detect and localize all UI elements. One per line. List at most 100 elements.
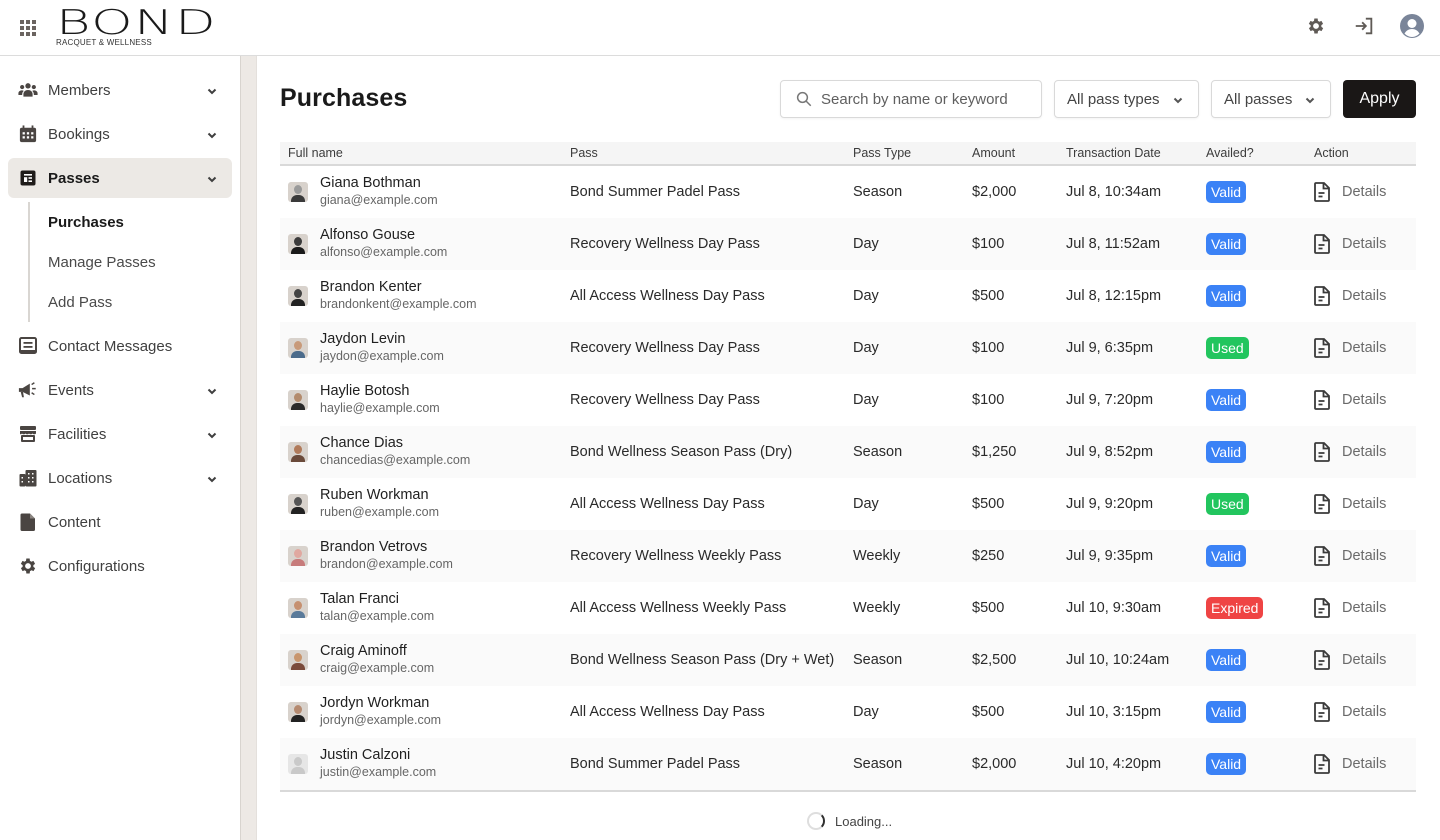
- details-link[interactable]: Details: [1314, 442, 1386, 462]
- cell-full-name: Brandon Kenter brandonkent@example.com: [280, 279, 562, 313]
- sidebar-resize-gutter[interactable]: [240, 56, 257, 840]
- sidebar-item-label: Passes: [48, 169, 100, 187]
- table-row[interactable]: Giana Bothman giana@example.com Bond Summe…: [280, 166, 1416, 218]
- details-link[interactable]: Details: [1314, 234, 1386, 254]
- logo-tagline: Racquet & Wellness: [56, 38, 152, 47]
- sidebar-item-configurations[interactable]: Configurations: [8, 546, 232, 586]
- sidebar-item-label: Locations: [48, 469, 113, 487]
- cell-amount: $100: [972, 340, 1005, 356]
- cell-action: Details: [1306, 494, 1416, 514]
- cell-availed: Valid: [1198, 389, 1306, 411]
- details-link[interactable]: Details: [1314, 182, 1386, 202]
- table-row[interactable]: Haylie Botosh haylie@example.com Recovery …: [280, 374, 1416, 426]
- table-row[interactable]: Talan Franci talan@example.com All Access …: [280, 582, 1416, 634]
- cell-availed: Valid: [1198, 441, 1306, 463]
- details-link[interactable]: Details: [1314, 338, 1386, 358]
- sidebar-item-contact-messages[interactable]: Contact Messages: [8, 326, 232, 366]
- cell-pass-type: Season: [853, 756, 903, 772]
- table-header: Full name Pass Pass Type Amount Transact…: [280, 142, 1416, 166]
- details-link[interactable]: Details: [1314, 650, 1386, 670]
- sidebar-item-events[interactable]: Events: [8, 370, 232, 410]
- cell-transaction-date: Jul 8, 10:34am: [1066, 184, 1162, 200]
- search-field[interactable]: [780, 80, 1042, 118]
- document-icon: [1314, 390, 1330, 410]
- status-badge: Valid: [1206, 545, 1247, 567]
- details-link[interactable]: Details: [1314, 754, 1386, 774]
- cell-transaction-date: Jul 9, 9:35pm: [1066, 548, 1154, 564]
- chevron-down-icon[interactable]: [206, 84, 218, 96]
- table-row[interactable]: Alfonso Gouse alfonso@example.com Recovery…: [280, 218, 1416, 270]
- table-row[interactable]: Jordyn Workman jordyn@example.com All Acce…: [280, 686, 1416, 738]
- member-name: Brandon Vetrovs: [320, 539, 428, 555]
- details-link[interactable]: Details: [1314, 286, 1386, 306]
- column-header-full-name[interactable]: Full name: [280, 146, 562, 160]
- cell-availed: Valid: [1198, 545, 1306, 567]
- sidebar-item-passes[interactable]: Passes: [8, 158, 232, 198]
- pass-types-dropdown[interactable]: All pass types: [1054, 80, 1199, 118]
- sidebar-item-members[interactable]: Members: [8, 70, 232, 110]
- pass-icon: [18, 168, 38, 188]
- cell-pass-type: Day: [853, 288, 879, 304]
- table-row[interactable]: Brandon Kenter brandonkent@example.com All…: [280, 270, 1416, 322]
- user-avatar-icon[interactable]: [1400, 14, 1424, 38]
- sidebar-item-label: Bookings: [48, 125, 110, 143]
- chevron-down-icon[interactable]: [206, 128, 218, 140]
- apply-button[interactable]: Apply: [1343, 80, 1416, 118]
- cell-action: Details: [1306, 754, 1416, 774]
- status-badge: Valid: [1206, 441, 1247, 463]
- passes-dropdown[interactable]: All passes: [1211, 80, 1331, 118]
- member-name: Brandon Kenter: [320, 279, 422, 295]
- document-icon: [1314, 754, 1330, 774]
- table-row[interactable]: Craig Aminoff craig@example.com Bond Welln…: [280, 634, 1416, 686]
- cell-full-name: Jordyn Workman jordyn@example.com: [280, 695, 562, 729]
- cell-transaction-date: Jul 9, 6:35pm: [1066, 340, 1154, 356]
- chevron-down-icon[interactable]: [206, 472, 218, 484]
- cell-pass: Recovery Wellness Day Pass: [570, 236, 760, 252]
- sign-in-icon[interactable]: [1352, 14, 1376, 38]
- avatar: [288, 546, 308, 566]
- details-link[interactable]: Details: [1314, 598, 1386, 618]
- cell-pass: Recovery Wellness Day Pass: [570, 392, 760, 408]
- sidebar-item-label: Configurations: [48, 557, 145, 575]
- subnav-item-manage-passes[interactable]: Manage Passes: [30, 242, 240, 282]
- details-label: Details: [1342, 704, 1387, 720]
- subnav-item-add-pass[interactable]: Add Pass: [30, 282, 240, 322]
- chevron-down-icon[interactable]: [206, 428, 218, 440]
- avatar: [288, 390, 308, 410]
- sidebar-item-content[interactable]: Content: [8, 502, 232, 542]
- member-email: ruben@example.com: [320, 505, 439, 519]
- column-header-pass[interactable]: Pass: [562, 146, 845, 160]
- sidebar-item-locations[interactable]: Locations: [8, 458, 232, 498]
- column-header-availed[interactable]: Availed?: [1198, 146, 1306, 160]
- column-header-transaction-date[interactable]: Transaction Date: [1058, 146, 1198, 160]
- member-email: brandonkent@example.com: [320, 297, 477, 311]
- details-link[interactable]: Details: [1314, 390, 1386, 410]
- cell-action: Details: [1306, 442, 1416, 462]
- building-icon: [18, 468, 38, 488]
- table-row[interactable]: Brandon Vetrovs brandon@example.com Recove…: [280, 530, 1416, 582]
- table-row[interactable]: Ruben Workman ruben@example.com All Access…: [280, 478, 1416, 530]
- chevron-down-icon[interactable]: [206, 384, 218, 396]
- chevron-down-icon[interactable]: [206, 172, 218, 184]
- purchases-table: Full name Pass Pass Type Amount Transact…: [280, 142, 1416, 792]
- table-row[interactable]: Jaydon Levin jaydon@example.com Recovery W…: [280, 322, 1416, 374]
- column-header-amount[interactable]: Amount: [964, 146, 1058, 160]
- gear-icon[interactable]: [1304, 14, 1328, 38]
- details-link[interactable]: Details: [1314, 546, 1386, 566]
- cell-full-name: Giana Bothman giana@example.com: [280, 175, 562, 209]
- table-row[interactable]: Justin Calzoni justin@example.com Bond Sum…: [280, 738, 1416, 790]
- logo[interactable]: BOND Racquet & Wellness: [56, 6, 226, 48]
- details-link[interactable]: Details: [1314, 702, 1386, 722]
- cell-action: Details: [1306, 286, 1416, 306]
- sidebar-item-facilities[interactable]: Facilities: [8, 414, 232, 454]
- cell-full-name: Justin Calzoni justin@example.com: [280, 747, 562, 781]
- apps-grid-icon[interactable]: [20, 20, 36, 36]
- search-input[interactable]: [821, 90, 1021, 108]
- details-link[interactable]: Details: [1314, 494, 1386, 514]
- column-header-pass-type[interactable]: Pass Type: [845, 146, 964, 160]
- table-row[interactable]: Chance Dias chancedias@example.com Bond We…: [280, 426, 1416, 478]
- cell-transaction-date: Jul 10, 9:30am: [1066, 600, 1162, 616]
- subnav-item-purchases[interactable]: Purchases: [30, 202, 240, 242]
- cell-pass-type: Season: [853, 652, 903, 668]
- sidebar-item-bookings[interactable]: Bookings: [8, 114, 232, 154]
